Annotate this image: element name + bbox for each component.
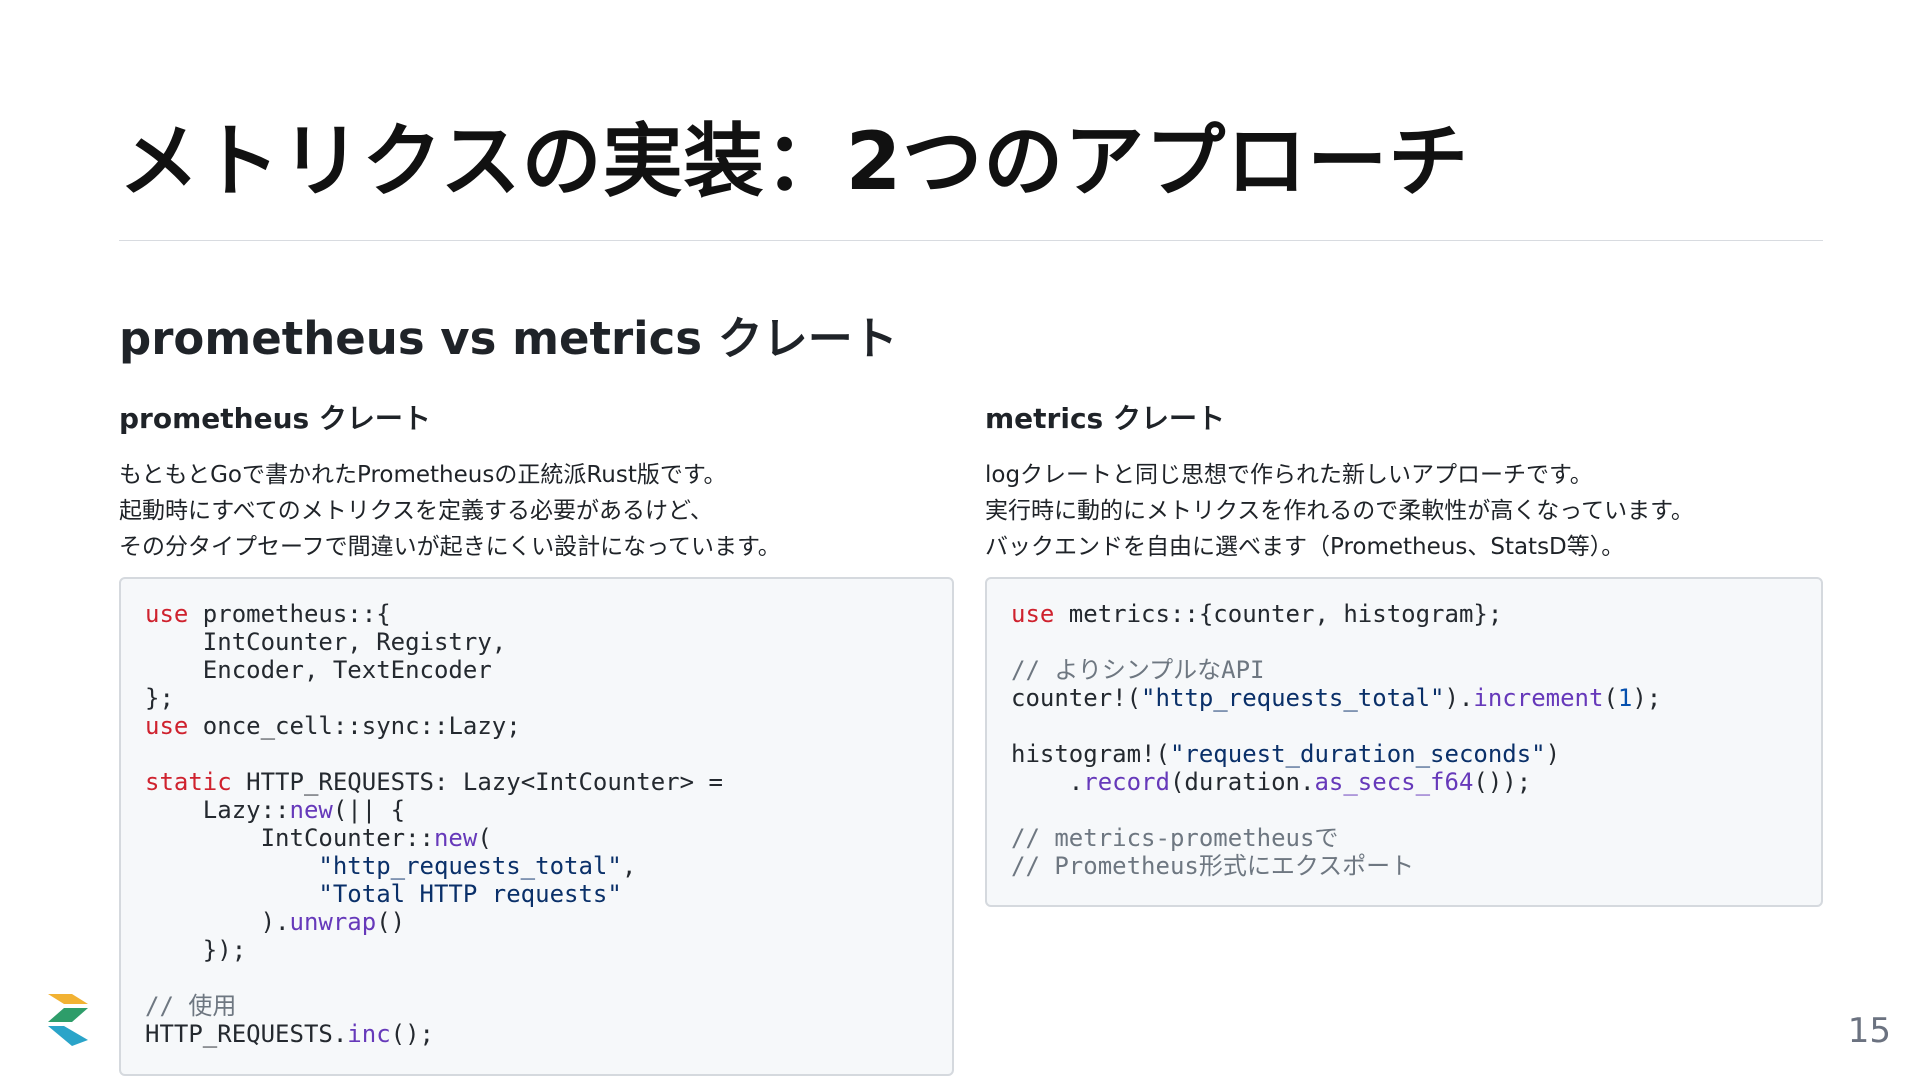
code-token: histogram!( (1011, 740, 1170, 768)
code-line: // 使用 (145, 992, 928, 1020)
code-token: () (376, 908, 406, 936)
code-line: IntCounter, Registry, (145, 628, 928, 656)
code-token: record (1083, 768, 1170, 796)
code-token: "Total HTTP requests" (318, 880, 622, 908)
code-token: inc (347, 1020, 391, 1048)
code-token: (|| { (332, 796, 406, 824)
code-token: "request_duration_seconds" (1169, 740, 1546, 768)
code-token: , (621, 852, 637, 880)
description-line: バックエンドを自由に選べます（Prometheus、StatsD等）。 (985, 534, 1625, 560)
metrics-code-block: use metrics::{counter, histogram};// よりシ… (985, 577, 1823, 907)
code-token: ); (1632, 684, 1662, 712)
code-token: ). (1444, 684, 1474, 712)
prometheus-crate-column: prometheus クレート もともとGoで書かれたPrometheusの正統… (119, 397, 954, 1076)
metrics-crate-description: logクレートと同じ思想で作られた新しいアプローチです。 実行時に動的にメトリク… (985, 457, 1823, 565)
code-token: // Prometheus形式にエクスポート (1011, 852, 1415, 880)
code-line: // Prometheus形式にエクスポート (1011, 852, 1797, 880)
code-token: counter!( (1011, 684, 1142, 712)
code-token: // metrics-prometheusで (1011, 824, 1339, 852)
code-line: use prometheus::{ (145, 600, 928, 628)
code-token: HTTP_REQUESTS. (145, 1020, 348, 1048)
code-token: increment (1473, 684, 1604, 712)
code-token: ) (1545, 740, 1561, 768)
code-token: ( (477, 824, 492, 852)
code-line: IntCounter::new( (145, 824, 928, 852)
code-line: use once_cell::sync::Lazy; (145, 712, 928, 740)
code-token: }); (145, 936, 247, 964)
code-token: "http_requests_total" (1141, 684, 1445, 712)
code-line: Encoder, TextEncoder (145, 656, 928, 684)
chevron-stack-logo-icon (48, 994, 88, 1046)
metrics-crate-column: metrics クレート logクレートと同じ思想で作られた新しいアプローチです… (985, 397, 1823, 907)
code-line: static HTTP_REQUESTS: Lazy<IntCounter> = (145, 768, 928, 796)
code-token: ()); (1473, 768, 1532, 796)
metrics-crate-heading: metrics クレート (985, 402, 1225, 435)
code-line: ).unwrap() (145, 908, 928, 936)
code-token: Encoder, TextEncoder (145, 656, 492, 684)
code-token: 1 (1617, 684, 1633, 712)
code-token: }; (145, 684, 174, 712)
code-line: }; (145, 684, 928, 712)
code-token: static (145, 768, 232, 796)
prometheus-crate-description: もともとGoで書かれたPrometheusの正統派Rust版です。 起動時にすべ… (119, 457, 954, 565)
code-token: once_cell::sync::Lazy; (188, 712, 521, 740)
code-line: // metrics-prometheusで (1011, 824, 1797, 852)
code-line: .record(duration.as_secs_f64()); (1011, 768, 1797, 796)
code-token: Lazy:: (145, 796, 290, 824)
prometheus-code-block: use prometheus::{ IntCounter, Registry, … (119, 577, 954, 1076)
description-line: 実行時に動的にメトリクスを作れるので柔軟性が高くなっています。 (985, 498, 1694, 524)
description-line: もともとGoで書かれたPrometheusの正統派Rust版です。 (119, 462, 727, 488)
slide-title: メトリクスの実装：2つのアプローチ (119, 115, 1470, 208)
code-token: new (433, 824, 478, 852)
code-line: counter!("http_requests_total").incremen… (1011, 684, 1797, 712)
code-line: "Total HTTP requests" (145, 880, 928, 908)
code-token: use (145, 712, 189, 740)
code-token: metrics::{counter, histogram}; (1054, 600, 1503, 628)
code-line: histogram!("request_duration_seconds") (1011, 740, 1797, 768)
code-token: new (289, 796, 333, 824)
code-token: // 使用 (145, 992, 237, 1020)
code-line: HTTP_REQUESTS.inc(); (145, 1020, 928, 1048)
description-line: 起動時にすべてのメトリクスを定義する必要があるけど、 (119, 498, 713, 524)
code-token: IntCounter, Registry, (145, 628, 507, 656)
code-token: "http_requests_total" (318, 852, 622, 880)
code-token: use (1011, 600, 1055, 628)
code-token: HTTP_REQUESTS: Lazy<IntCounter> = (231, 768, 723, 796)
code-token: // よりシンプルなAPI (1011, 656, 1265, 684)
code-token: ( (1603, 684, 1618, 712)
prometheus-crate-heading: prometheus クレート (119, 402, 431, 435)
code-line: "http_requests_total", (145, 852, 928, 880)
description-line: その分タイプセーフで間違いが起きにくい設計になっています。 (119, 534, 781, 560)
section-heading: prometheus vs metrics クレート (119, 312, 898, 365)
code-line: Lazy::new(|| { (145, 796, 928, 824)
code-line: }); (145, 936, 928, 964)
code-token: use (145, 600, 189, 628)
code-token: ). (145, 908, 290, 936)
code-line: use metrics::{counter, histogram}; (1011, 600, 1797, 628)
code-line: // よりシンプルなAPI (1011, 656, 1797, 684)
page-number: 15 (1847, 1011, 1891, 1051)
code-token: prometheus::{ (188, 600, 391, 628)
code-token: . (1011, 768, 1084, 796)
code-token: as_secs_f64 (1314, 768, 1474, 796)
code-token: IntCounter:: (145, 824, 434, 852)
title-divider (119, 240, 1823, 241)
code-token: unwrap (289, 908, 377, 936)
description-line: logクレートと同じ思想で作られた新しいアプローチです。 (985, 462, 1593, 488)
code-token: (duration. (1169, 768, 1315, 796)
code-token: (); (390, 1020, 435, 1048)
